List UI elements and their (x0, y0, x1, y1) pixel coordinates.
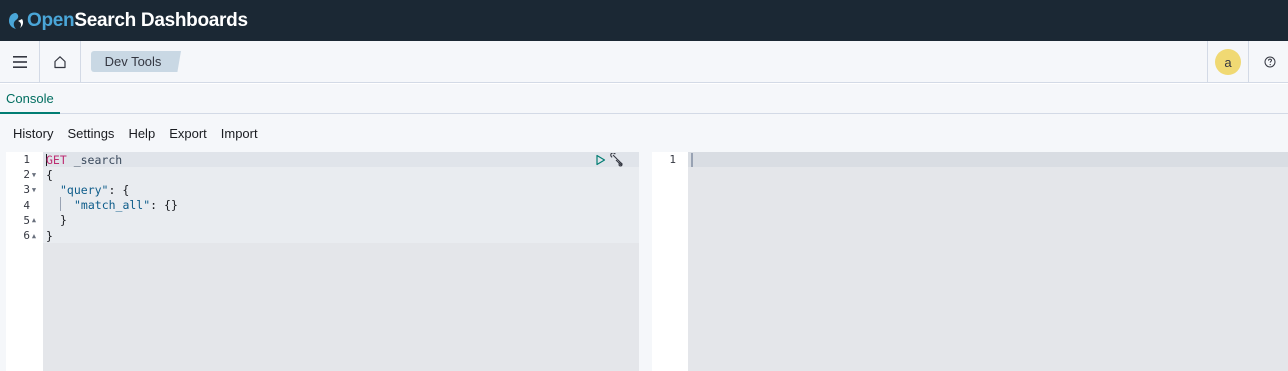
menu-settings[interactable]: Settings (60, 126, 121, 141)
user-menu-button[interactable]: a (1207, 41, 1249, 83)
code-line-3: "query": { (60, 182, 129, 197)
json-punctuation: : { (108, 182, 130, 197)
json-key: "query" (60, 182, 109, 197)
fold-toggle-icon: ▼ (31, 170, 37, 179)
line-number: 4 (23, 198, 30, 212)
line-number[interactable]: 3 ▼ (6, 182, 43, 197)
help-circle-icon (1264, 56, 1276, 68)
home-icon (54, 56, 66, 69)
hamburger-menu-icon (12, 56, 27, 68)
indent-guide (60, 197, 61, 211)
brand-name: OpenSearch Dashboards (27, 10, 248, 32)
json-key: "match_all" (74, 198, 151, 213)
opensearch-logo[interactable]: OpenSearch Dashboards (8, 0, 248, 41)
request-gutter: 1 2 ▼ 3 ▼ 4 5 ▲ 6 ▲ (6, 152, 43, 371)
response-editor[interactable]: 1 (652, 152, 1288, 371)
menu-export[interactable]: Export (162, 126, 214, 141)
menu-help[interactable]: Help (121, 126, 162, 141)
play-icon[interactable] (595, 154, 606, 166)
tab-bar: Console (0, 84, 1288, 114)
menu-history[interactable]: History (6, 126, 60, 141)
brand-name-open: Open (27, 9, 75, 31)
console-menu: History Settings Help Export Import (0, 114, 1288, 152)
brand-name-rest: Search Dashboards (74, 9, 248, 31)
menu-button[interactable] (0, 41, 40, 83)
wrench-icon[interactable] (610, 153, 624, 167)
breadcrumb-dev-tools[interactable]: Dev Tools (91, 51, 181, 72)
line-number: 1 (23, 153, 30, 167)
brace: } (60, 213, 67, 228)
code-line-2: { (46, 167, 53, 182)
json-punctuation: : {} (150, 198, 178, 213)
active-line-highlight (688, 152, 1288, 168)
editor-area: 1 2 ▼ 3 ▼ 4 5 ▲ 6 ▲ GET _search { "query": {… (0, 152, 1288, 371)
text-cursor (691, 153, 693, 167)
help-button[interactable] (1255, 41, 1285, 83)
line-number: 1 (669, 153, 676, 167)
code-line-1: GET _search (46, 152, 122, 167)
fold-toggle-icon: ▼ (31, 185, 37, 194)
active-line-highlight (43, 152, 639, 168)
code-line-4: "match_all": {} (74, 198, 178, 213)
home-button[interactable] (40, 41, 81, 83)
response-gutter: 1 (652, 152, 688, 371)
avatar: a (1215, 49, 1241, 75)
line-number[interactable]: 6 ▲ (6, 228, 43, 243)
tab-console[interactable]: Console (0, 84, 60, 114)
request-actions (595, 153, 624, 167)
brace: { (46, 167, 53, 182)
fold-toggle-icon: ▲ (31, 216, 37, 225)
request-editor[interactable]: 1 2 ▼ 3 ▼ 4 5 ▲ 6 ▲ GET _search { "query": {… (6, 152, 639, 371)
brace: } (46, 228, 53, 243)
line-number[interactable]: 5 ▲ (6, 213, 43, 228)
menu-import[interactable]: Import (214, 126, 265, 141)
header-bar: Dev Tools a (0, 41, 1288, 83)
code-line-6: } (46, 228, 53, 243)
top-brand-bar: OpenSearch Dashboards (0, 0, 1288, 41)
code-line-5: } (60, 213, 67, 228)
line-number[interactable]: 2 ▼ (6, 167, 43, 182)
opensearch-logo-icon (9, 12, 24, 29)
request-url: _search (66, 152, 123, 167)
http-method: GET (46, 152, 67, 167)
fold-toggle-icon: ▲ (31, 231, 37, 240)
